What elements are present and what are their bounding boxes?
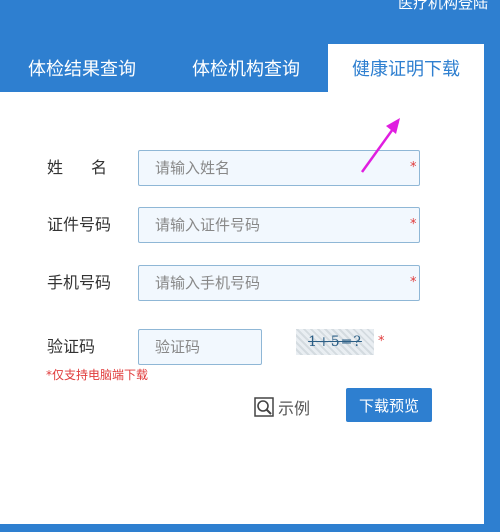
captcha-row: 验证码 1+5=? * xyxy=(0,329,484,365)
captcha-input[interactable] xyxy=(138,329,262,365)
example-label: 示例 xyxy=(278,399,311,418)
required-mark: * xyxy=(378,334,385,349)
name-label-part2: 名 xyxy=(91,158,108,177)
name-row: 姓名 * xyxy=(0,150,484,186)
required-mark: * xyxy=(410,217,417,232)
query-panel: 体检结果查询 体检机构查询 健康证明下载 姓名 * 证件号码 * 手机号码 * … xyxy=(0,44,484,524)
required-mark: * xyxy=(410,160,417,175)
tab-bar: 体检结果查询 体检机构查询 健康证明下载 xyxy=(0,44,484,92)
name-label-part1: 姓 xyxy=(47,158,64,177)
phone-label: 手机号码 xyxy=(47,273,112,292)
id-label: 证件号码 xyxy=(47,215,112,234)
phone-input[interactable] xyxy=(138,265,420,301)
download-preview-button[interactable]: 下载预览 xyxy=(346,388,432,422)
captcha-label: 验证码 xyxy=(47,337,96,356)
id-row: 证件号码 * xyxy=(0,207,484,243)
captcha-image[interactable]: 1+5=? xyxy=(296,329,374,355)
tab-exam-results[interactable]: 体检结果查询 xyxy=(0,44,164,92)
magnifier-icon xyxy=(254,397,274,417)
pc-only-note: *仅支持电脑端下载 xyxy=(46,368,149,382)
tab-health-certificate-download[interactable]: 健康证明下载 xyxy=(328,44,484,92)
top-link-medical-login[interactable]: 医疗机构登陆 xyxy=(398,0,488,13)
watermark-logo: Bai经验 xyxy=(390,492,440,507)
tab-exam-institutions[interactable]: 体检机构查询 xyxy=(164,44,328,92)
example-link[interactable]: 示例 xyxy=(254,394,310,420)
name-label: 姓名 xyxy=(47,150,107,186)
phone-row: 手机号码 * xyxy=(0,265,484,301)
annotation-arrow-icon xyxy=(360,118,400,173)
id-number-input[interactable] xyxy=(138,207,420,243)
required-mark: * xyxy=(410,275,417,290)
